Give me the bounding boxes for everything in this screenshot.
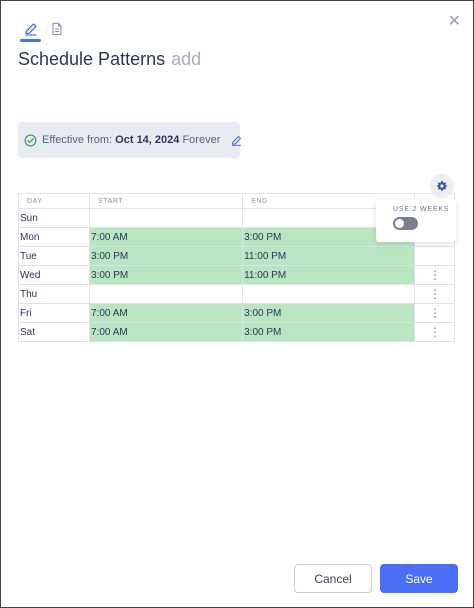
table-row: Thu ⋮ [18,284,455,304]
effective-label: Effective from: [42,134,113,146]
row-menu-cell[interactable]: ⋮ [414,284,455,304]
edit-effective-icon[interactable] [230,134,243,147]
dialog: ✕ Schedule Patterns add Effective from: O… [0,0,474,608]
end-time-cell[interactable] [242,284,415,304]
row-menu-cell[interactable] [414,246,455,266]
table-row: Sat 7:00 AM 3:00 PM ⋮ [18,322,455,342]
end-time-cell[interactable]: 3:00 PM [242,303,415,323]
column-header-day: DAY [18,193,90,209]
gear-icon [436,180,448,192]
day-cell: Thu [18,284,90,304]
row-menu-cell[interactable]: ⋮ [414,265,455,285]
table-row: Wed 3:00 PM 11:00 PM ⋮ [18,265,455,285]
start-time-cell[interactable] [88,284,244,304]
end-time-cell[interactable]: 11:00 PM [242,246,415,266]
table-row: Fri 7:00 AM 3:00 PM ⋮ [18,303,455,323]
use-two-weeks-label: USE 2 WEEKS [393,206,450,213]
row-menu-cell[interactable]: ⋮ [414,303,455,323]
column-header-start: START [88,193,244,209]
more-vertical-icon[interactable]: ⋮ [429,325,441,339]
start-time-cell[interactable]: 3:00 PM [88,246,244,266]
effective-end: Forever [182,134,221,146]
day-cell: Sun [18,208,90,228]
effective-date: Oct 14, 2024 [115,134,180,146]
start-time-cell[interactable]: 3:00 PM [88,265,244,285]
day-cell: Mon [18,227,90,247]
more-vertical-icon[interactable]: ⋮ [429,287,441,301]
start-time-cell[interactable]: 7:00 AM [88,322,244,342]
day-cell: Fri [18,303,90,323]
start-time-cell[interactable]: 7:00 AM [88,227,244,247]
start-time-cell[interactable]: 7:00 AM [88,303,244,323]
toggle-knob [395,219,404,228]
save-button[interactable]: Save [380,564,458,593]
table-row: Tue 3:00 PM 11:00 PM [18,246,455,266]
page-title-text: Schedule Patterns [18,49,166,69]
row-menu-cell[interactable]: ⋮ [414,322,455,342]
active-tab-indicator [20,39,41,42]
page-title: Schedule Patterns add [18,49,201,70]
effective-text: Effective from: Oct 14, 2024 Forever [42,134,220,146]
end-time-cell[interactable]: 3:00 PM [242,322,415,342]
page-title-accent: add [171,49,202,69]
day-cell: Sat [18,322,90,342]
more-vertical-icon[interactable]: ⋮ [429,306,441,320]
check-circle-icon [24,134,37,147]
start-time-cell[interactable] [88,208,244,228]
settings-popover: USE 2 WEEKS [376,199,456,242]
settings-button[interactable] [430,174,454,198]
more-vertical-icon[interactable]: ⋮ [429,268,441,282]
end-time-cell[interactable]: 11:00 PM [242,265,415,285]
use-two-weeks-toggle[interactable] [393,217,418,230]
edit-pencil-icon[interactable] [23,21,39,37]
day-cell: Tue [18,246,90,266]
close-icon[interactable]: ✕ [448,14,461,30]
cancel-button[interactable]: Cancel [294,564,372,593]
document-icon[interactable] [49,21,65,37]
day-cell: Wed [18,265,90,285]
effective-date-box: Effective from: Oct 14, 2024 Forever [18,122,243,158]
